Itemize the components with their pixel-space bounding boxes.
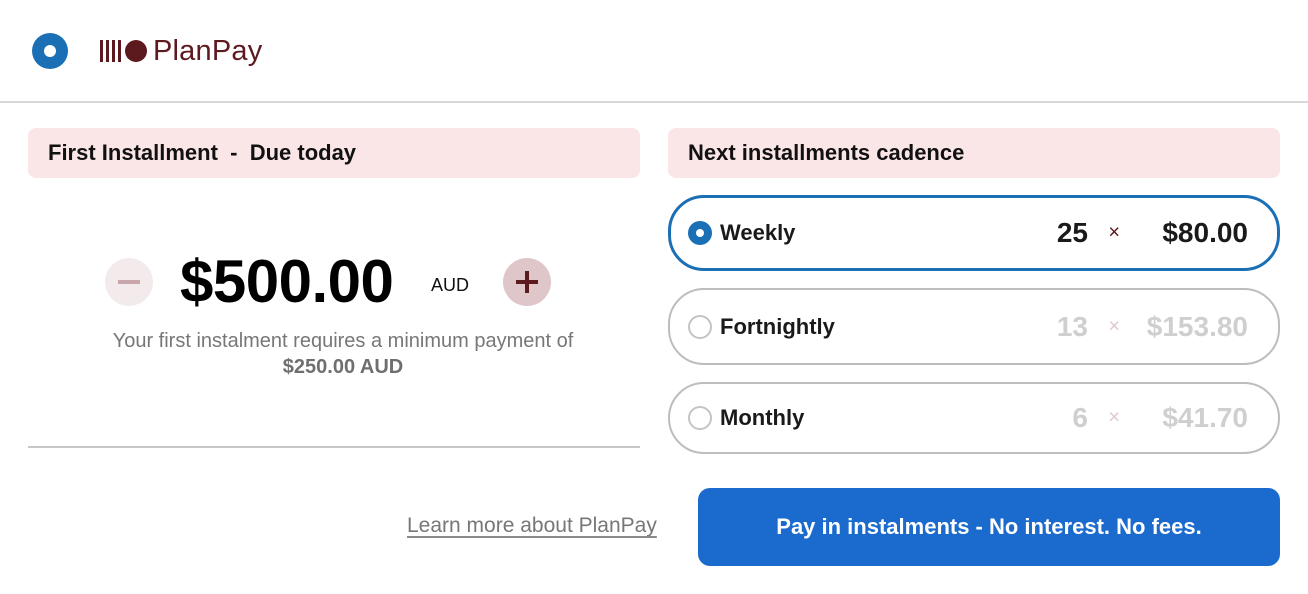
installment-count: 13 <box>1056 310 1088 342</box>
planpay-logo-icon <box>100 40 147 62</box>
header: PlanPay <box>0 0 1308 103</box>
first-installment-amount: $500.00 <box>180 248 394 315</box>
option-label: Monthly <box>720 405 805 430</box>
first-installment-heading: First Installment - Due today <box>28 128 640 178</box>
radio-checked-icon[interactable] <box>688 221 712 245</box>
planpay-logo: PlanPay <box>100 32 262 70</box>
radio-unchecked-icon[interactable] <box>688 314 712 339</box>
plus-icon <box>516 271 538 293</box>
times-icon: × <box>1108 315 1120 337</box>
learn-more-link[interactable]: Learn more about PlanPay <box>407 514 657 538</box>
option-label: Fortnightly <box>720 313 835 339</box>
times-icon: × <box>1108 221 1120 244</box>
minimum-payment-amount: $250.00 AUD <box>282 356 404 378</box>
minus-icon <box>118 280 140 284</box>
installment-count: 6 <box>1072 402 1088 433</box>
installment-count: 25 <box>1056 217 1088 248</box>
divider <box>28 446 640 448</box>
option-label: Weekly <box>720 220 796 245</box>
cadence-option-fortnightly[interactable]: Fortnightly 13 × $153.80 <box>668 288 1280 365</box>
currency-label: AUD <box>431 275 470 295</box>
decrease-amount-button[interactable] <box>105 258 153 306</box>
installment-price: $153.80 <box>1146 310 1248 342</box>
radio-unchecked-icon[interactable] <box>688 406 712 430</box>
cadence-option-monthly[interactable]: Monthly 6 × $41.70 <box>668 382 1280 454</box>
installment-price: $80.00 <box>1162 217 1248 248</box>
cadence-option-weekly[interactable]: Weekly 25 × $80.00 <box>668 195 1280 271</box>
cadence-heading: Next installments cadence <box>668 128 1280 178</box>
brand-name: PlanPay <box>153 34 263 67</box>
pay-in-instalments-button[interactable]: Pay in instalments - No interest. No fee… <box>698 488 1280 566</box>
note-text: Your first instalment requires a minimum… <box>112 330 574 352</box>
installment-price: $41.70 <box>1162 402 1248 433</box>
minimum-payment-note: Your first instalment requires a minimum… <box>80 328 606 380</box>
radio-selected-icon[interactable] <box>32 33 68 69</box>
increase-amount-button[interactable] <box>503 258 551 306</box>
times-icon: × <box>1108 406 1120 429</box>
